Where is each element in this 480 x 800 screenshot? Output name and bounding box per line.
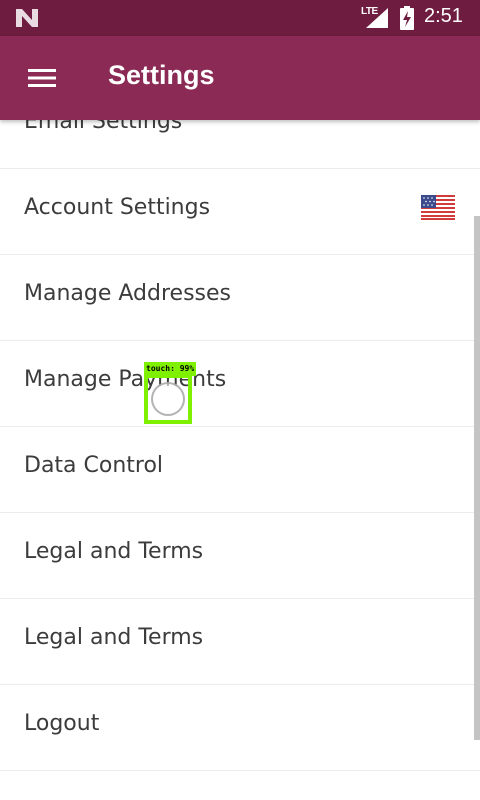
page-title: Settings: [108, 60, 215, 90]
battery-charging-icon: [400, 6, 414, 30]
settings-item-label: Manage Addresses: [24, 281, 231, 306]
touch-indicator: touch: 99%: [142, 362, 206, 426]
settings-item-legal-and-terms-2[interactable]: Legal and Terms: [0, 599, 480, 685]
scrollbar[interactable]: [474, 216, 480, 740]
menu-button[interactable]: [22, 62, 62, 94]
settings-item-legal-and-terms[interactable]: Legal and Terms: [0, 513, 480, 599]
settings-item-logout[interactable]: Logout: [0, 685, 480, 771]
settings-item-data-control[interactable]: Data Control: [0, 427, 480, 513]
settings-item-label: Email Settings: [24, 120, 183, 134]
settings-list[interactable]: Email Settings Account Settings Manage A…: [0, 120, 480, 800]
signal-strength-icon: [366, 8, 388, 28]
touch-point-icon: [151, 382, 185, 416]
app-bar: Settings: [0, 36, 480, 120]
hamburger-menu-icon: [28, 69, 56, 87]
us-flag-icon: [421, 195, 455, 220]
settings-item-label: Legal and Terms: [24, 539, 204, 564]
settings-item-label: Data Control: [24, 453, 164, 478]
android-n-logo-icon: [16, 9, 38, 27]
settings-item-label: Legal and Terms: [24, 625, 204, 650]
status-clock: 2:51: [424, 5, 463, 27]
settings-item-manage-payments[interactable]: Manage Payments: [0, 341, 480, 427]
settings-item-manage-addresses[interactable]: Manage Addresses: [0, 255, 480, 341]
settings-item-label: Account Settings: [24, 195, 211, 220]
settings-item-label: Logout: [24, 711, 100, 736]
status-bar: LTE 2:51: [0, 0, 480, 36]
settings-item-email-settings[interactable]: Email Settings: [0, 120, 480, 169]
settings-item-account-settings[interactable]: Account Settings: [0, 169, 480, 255]
